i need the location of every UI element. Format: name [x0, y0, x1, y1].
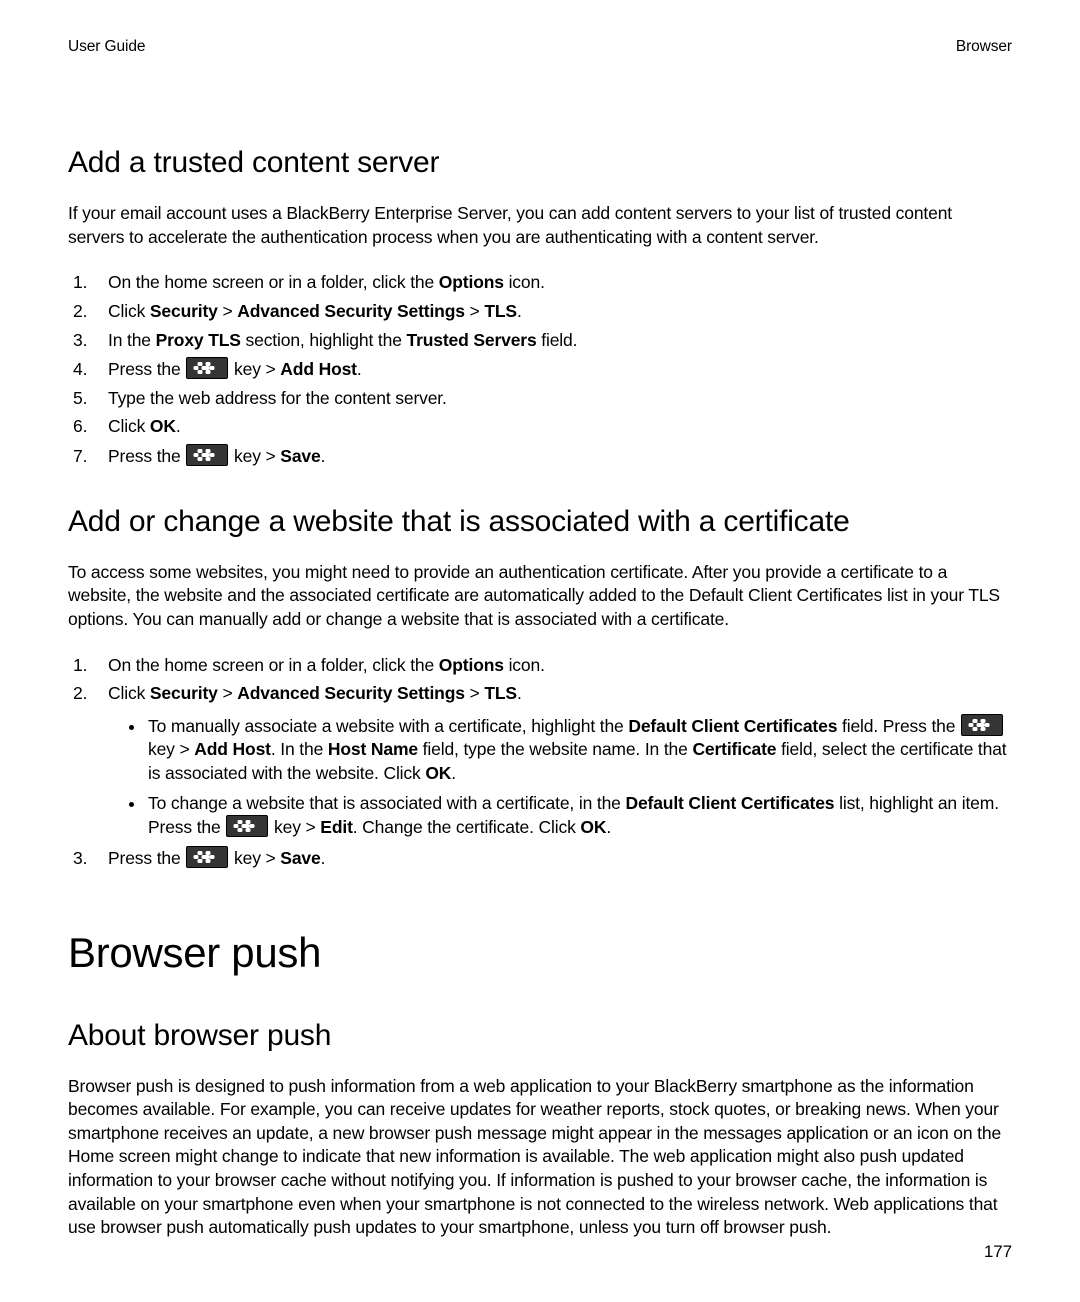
blackberry-key-icon	[186, 357, 228, 379]
text: Press the	[108, 359, 185, 379]
sub-bullets: To manually associate a website with a c…	[108, 714, 1012, 840]
text: On the home screen or in a folder, click…	[108, 272, 439, 292]
header-left: User Guide	[68, 38, 145, 56]
text: key >	[229, 446, 280, 466]
bold-text: TLS	[484, 683, 517, 703]
bold-text: OK	[425, 763, 451, 783]
text: Press the	[108, 446, 185, 466]
bold-text: Advanced Security Settings	[237, 301, 465, 321]
text: icon.	[504, 272, 545, 292]
bold-text: OK	[580, 817, 606, 837]
text: key >	[148, 739, 194, 759]
text: . In the	[271, 739, 328, 759]
text: >	[218, 683, 238, 703]
step-item: Click Security > Advanced Security Setti…	[92, 682, 1012, 840]
blackberry-key-icon	[226, 815, 268, 837]
header-right: Browser	[956, 38, 1012, 56]
section-title-about-browser-push: About browser push	[68, 1019, 1012, 1053]
step-item: Press the key > Add Host.	[92, 357, 1012, 382]
ordered-steps-2: On the home screen or in a folder, click…	[68, 654, 1012, 871]
text: .	[517, 683, 522, 703]
section-title-add-trusted-server: Add a trusted content server	[68, 146, 1012, 180]
text: section, highlight the	[241, 330, 407, 350]
text: Click	[108, 301, 150, 321]
paragraph: To access some websites, you might need …	[68, 561, 1012, 632]
text: >	[465, 683, 485, 703]
paragraph: If your email account uses a BlackBerry …	[68, 202, 1012, 249]
bullet-item: To change a website that is associated w…	[146, 792, 1012, 840]
text: To change a website that is associated w…	[148, 793, 625, 813]
text: Click	[108, 416, 150, 436]
text: icon.	[504, 655, 545, 675]
step-item: Press the key > Save.	[92, 444, 1012, 469]
bold-text: OK	[150, 416, 176, 436]
blackberry-key-icon	[961, 714, 1003, 736]
chapter-title-browser-push: Browser push	[68, 929, 1012, 977]
step-item: Click OK.	[92, 415, 1012, 439]
blackberry-key-icon	[186, 444, 228, 466]
text: .	[321, 848, 326, 868]
section-title-add-change-website-cert: Add or change a website that is associat…	[68, 505, 1012, 539]
bold-text: Security	[150, 301, 218, 321]
text: .	[176, 416, 181, 436]
text: key >	[269, 817, 320, 837]
text: field.	[537, 330, 578, 350]
text: field, type the website name. In the	[418, 739, 692, 759]
text: >	[465, 301, 485, 321]
text: On the home screen or in a folder, click…	[108, 655, 439, 675]
bold-text: Edit	[320, 817, 352, 837]
page-number: 177	[984, 1242, 1012, 1262]
document-page: User Guide Browser Add a trusted content…	[0, 0, 1080, 1302]
bold-text: Proxy TLS	[156, 330, 241, 350]
bold-text: Add Host	[280, 359, 357, 379]
bold-text: Certificate	[692, 739, 776, 759]
text: .	[451, 763, 456, 783]
text: .	[357, 359, 362, 379]
bold-text: Advanced Security Settings	[237, 683, 465, 703]
bullet-item: To manually associate a website with a c…	[146, 714, 1012, 786]
bold-text: Host Name	[328, 739, 418, 759]
text: field. Press the	[837, 716, 960, 736]
bold-text: Save	[280, 446, 320, 466]
blackberry-key-icon	[186, 846, 228, 868]
bold-text: Default Client Certificates	[628, 716, 837, 736]
step-item: On the home screen or in a folder, click…	[92, 271, 1012, 295]
bold-text: Trusted Servers	[407, 330, 537, 350]
bold-text: TLS	[484, 301, 517, 321]
bold-text: Add Host	[194, 739, 271, 759]
step-item: Type the web address for the content ser…	[92, 387, 1012, 411]
bold-text: Default Client Certificates	[625, 793, 834, 813]
text: >	[218, 301, 238, 321]
running-header: User Guide Browser	[68, 38, 1012, 56]
text: To manually associate a website with a c…	[148, 716, 628, 736]
text: .	[321, 446, 326, 466]
text: key >	[229, 359, 280, 379]
text: Click	[108, 683, 150, 703]
text: . Change the certificate. Click	[353, 817, 581, 837]
text: In the	[108, 330, 156, 350]
step-item: Click Security > Advanced Security Setti…	[92, 300, 1012, 324]
bold-text: Options	[439, 272, 504, 292]
text: Press the	[108, 848, 185, 868]
paragraph: Browser push is designed to push informa…	[68, 1075, 1012, 1240]
step-item: Press the key > Save.	[92, 846, 1012, 871]
text: key >	[229, 848, 280, 868]
text: .	[517, 301, 522, 321]
step-item: On the home screen or in a folder, click…	[92, 654, 1012, 678]
bold-text: Options	[439, 655, 504, 675]
bold-text: Save	[280, 848, 320, 868]
text: .	[606, 817, 611, 837]
ordered-steps-1: On the home screen or in a folder, click…	[68, 271, 1012, 468]
bold-text: Security	[150, 683, 218, 703]
step-item: In the Proxy TLS section, highlight the …	[92, 329, 1012, 353]
